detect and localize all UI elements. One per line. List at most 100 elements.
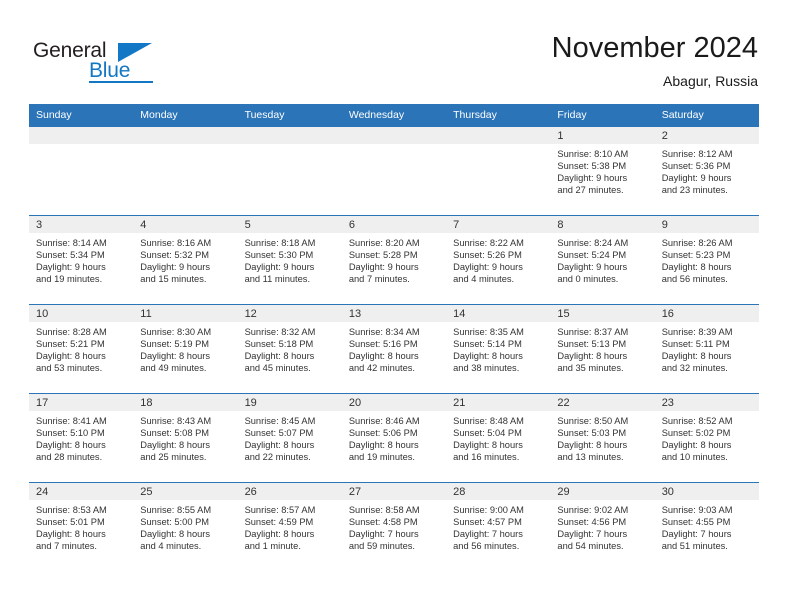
day-cell-inner	[341, 127, 447, 215]
sunset-time: Sunset: 5:13 PM	[557, 339, 627, 350]
calendar-day-cell[interactable]: 29 Sunrise: 9:02 AM Sunset: 4:56 PM Dayligh…	[550, 482, 655, 571]
calendar-day-cell-empty	[237, 126, 342, 216]
calendar-day-cell[interactable]: 5 Sunrise: 8:18 AM Sunset: 5:30 PM Daylight…	[237, 215, 342, 305]
day-cell-inner: 7 Sunrise: 8:22 AM Sunset: 5:26 PM Daylight…	[446, 216, 551, 304]
daylight-duration-line1: Daylight: 9 hours	[453, 262, 523, 273]
logo-text-blue: Blue	[89, 59, 131, 82]
daylight-duration-line2: and 59 minutes.	[348, 541, 415, 552]
day-cell-inner: 25 Sunrise: 8:55 AM Sunset: 5:00 PM Dayligh…	[133, 483, 238, 571]
calendar-day-cell[interactable]: 2 Sunrise: 8:12 AM Sunset: 5:36 PM Daylight…	[654, 126, 759, 216]
sunrise-time: Sunrise: 8:45 AM	[244, 416, 316, 426]
day-number: 6	[341, 216, 447, 233]
sunrise-time: Sunrise: 8:48 AM	[453, 416, 524, 426]
calendar-day-cell[interactable]: 27 Sunrise: 8:58 AM Sunset: 4:58 PM Dayligh…	[341, 482, 447, 571]
day-cell-inner: 11 Sunrise: 8:30 AM Sunset: 5:19 PM Dayligh…	[133, 305, 238, 393]
day-details: Sunrise: 8:35 AM Sunset: 5:14 PM Daylight:…	[446, 322, 550, 374]
calendar-day-cell[interactable]: 11 Sunrise: 8:30 AM Sunset: 5:19 PM Dayligh…	[133, 304, 238, 394]
day-number: 24	[29, 483, 134, 500]
day-number: 29	[550, 483, 655, 500]
calendar-day-cell[interactable]: 28 Sunrise: 9:00 AM Sunset: 4:57 PM Dayligh…	[446, 482, 551, 571]
sunrise-time: Sunrise: 8:52 AM	[661, 416, 733, 426]
sunrise-time: Sunrise: 8:22 AM	[453, 238, 524, 248]
calendar-day-cell[interactable]: 16 Sunrise: 8:39 AM Sunset: 5:11 PM Dayligh…	[654, 304, 759, 394]
sunset-time: Sunset: 5:30 PM	[244, 250, 314, 261]
sunset-time: Sunset: 5:07 PM	[244, 428, 314, 439]
calendar-day-cell[interactable]: 23 Sunrise: 8:52 AM Sunset: 5:02 PM Dayligh…	[654, 393, 759, 483]
day-details: Sunrise: 8:34 AM Sunset: 5:16 PM Daylight:…	[342, 322, 446, 374]
calendar-day-cell[interactable]: 24 Sunrise: 8:53 AM Sunset: 5:01 PM Dayligh…	[29, 482, 134, 571]
calendar-day-cell[interactable]: 10 Sunrise: 8:28 AM Sunset: 5:21 PM Dayligh…	[29, 304, 134, 394]
sunset-time: Sunset: 5:32 PM	[140, 250, 210, 261]
calendar-day-cell[interactable]: 14 Sunrise: 8:35 AM Sunset: 5:14 PM Dayligh…	[446, 304, 551, 394]
sunrise-time: Sunrise: 8:41 AM	[36, 416, 107, 426]
daylight-duration-line2: and 28 minutes.	[36, 452, 103, 463]
day-number: 11	[133, 305, 238, 322]
day-number	[341, 127, 447, 144]
daylight-duration-line1: Daylight: 8 hours	[36, 440, 106, 451]
sunrise-time: Sunrise: 8:57 AM	[244, 505, 316, 515]
daylight-duration-line1: Daylight: 9 hours	[140, 262, 211, 273]
day-number: 28	[446, 483, 551, 500]
daylight-duration-line2: and 56 minutes.	[453, 541, 520, 552]
sunrise-time: Sunrise: 8:53 AM	[36, 505, 107, 515]
general-blue-logo[interactable]: General Blue	[33, 39, 203, 87]
calendar-day-cell[interactable]: 18 Sunrise: 8:43 AM Sunset: 5:08 PM Dayligh…	[133, 393, 238, 483]
day-cell-inner: 10 Sunrise: 8:28 AM Sunset: 5:21 PM Dayligh…	[29, 305, 134, 393]
calendar-day-cell[interactable]: 26 Sunrise: 8:57 AM Sunset: 4:59 PM Dayligh…	[237, 482, 342, 571]
calendar-day-cell[interactable]: 22 Sunrise: 8:50 AM Sunset: 5:03 PM Dayligh…	[550, 393, 655, 483]
calendar-day-cell[interactable]: 9 Sunrise: 8:26 AM Sunset: 5:23 PM Daylight…	[654, 215, 759, 305]
calendar-body: 1 Sunrise: 8:10 AM Sunset: 5:38 PM Daylight…	[29, 126, 759, 571]
sunrise-time: Sunrise: 8:43 AM	[140, 416, 212, 426]
calendar-week-row: 17 Sunrise: 8:41 AM Sunset: 5:10 PM Dayligh…	[29, 393, 759, 483]
calendar-day-cell[interactable]: 30 Sunrise: 9:03 AM Sunset: 4:55 PM Dayligh…	[654, 482, 759, 571]
daylight-duration-line1: Daylight: 9 hours	[557, 262, 628, 273]
daylight-duration-line2: and 4 minutes.	[453, 274, 515, 285]
calendar-header-row: Sunday Monday Tuesday Wednesday Thursday…	[29, 104, 759, 127]
day-details: Sunrise: 8:30 AM Sunset: 5:19 PM Daylight:…	[133, 322, 237, 374]
calendar-day-cell[interactable]: 21 Sunrise: 8:48 AM Sunset: 5:04 PM Dayligh…	[446, 393, 551, 483]
sunset-time: Sunset: 5:04 PM	[453, 428, 522, 439]
calendar-day-cell[interactable]: 8 Sunrise: 8:24 AM Sunset: 5:24 PM Daylight…	[550, 215, 655, 305]
daylight-duration-line1: Daylight: 8 hours	[661, 262, 732, 273]
sunset-time: Sunset: 4:59 PM	[244, 517, 314, 528]
sunset-time: Sunset: 5:28 PM	[348, 250, 418, 261]
sunrise-time: Sunrise: 8:10 AM	[557, 149, 629, 159]
day-details: Sunrise: 9:03 AM Sunset: 4:55 PM Daylight:…	[655, 500, 759, 552]
daylight-duration-line1: Daylight: 8 hours	[661, 351, 732, 362]
day-number: 13	[341, 305, 447, 322]
daylight-duration-line2: and 13 minutes.	[557, 452, 624, 463]
calendar-day-cell[interactable]: 25 Sunrise: 8:55 AM Sunset: 5:00 PM Dayligh…	[133, 482, 238, 571]
calendar-day-cell[interactable]: 13 Sunrise: 8:34 AM Sunset: 5:16 PM Dayligh…	[341, 304, 447, 394]
daylight-duration-line1: Daylight: 9 hours	[557, 173, 628, 184]
calendar-day-cell[interactable]: 12 Sunrise: 8:32 AM Sunset: 5:18 PM Dayligh…	[237, 304, 342, 394]
day-details: Sunrise: 8:52 AM Sunset: 5:02 PM Daylight:…	[655, 411, 759, 463]
sunset-time: Sunset: 4:55 PM	[661, 517, 731, 528]
sunset-time: Sunset: 5:00 PM	[140, 517, 210, 528]
sunrise-time: Sunrise: 9:03 AM	[661, 505, 733, 515]
daylight-duration-line2: and 56 minutes.	[661, 274, 728, 285]
calendar-day-cell[interactable]: 20 Sunrise: 8:46 AM Sunset: 5:06 PM Dayligh…	[341, 393, 447, 483]
daylight-duration-line2: and 23 minutes.	[661, 185, 728, 196]
calendar-day-cell[interactable]: 3 Sunrise: 8:14 AM Sunset: 5:34 PM Daylight…	[29, 215, 134, 305]
sunset-time: Sunset: 5:21 PM	[36, 339, 105, 350]
sunrise-time: Sunrise: 8:28 AM	[36, 327, 107, 337]
day-cell-inner: 13 Sunrise: 8:34 AM Sunset: 5:16 PM Dayligh…	[341, 305, 447, 393]
daylight-duration-line2: and 25 minutes.	[140, 452, 207, 463]
calendar-day-cell[interactable]: 7 Sunrise: 8:22 AM Sunset: 5:26 PM Daylight…	[446, 215, 551, 305]
calendar-day-cell-empty	[29, 126, 134, 216]
calendar-day-cell[interactable]: 19 Sunrise: 8:45 AM Sunset: 5:07 PM Dayligh…	[237, 393, 342, 483]
daylight-duration-line2: and 19 minutes.	[348, 452, 415, 463]
calendar-day-cell[interactable]: 15 Sunrise: 8:37 AM Sunset: 5:13 PM Dayligh…	[550, 304, 655, 394]
page-title: November 2024	[551, 32, 758, 64]
sunset-time: Sunset: 5:06 PM	[348, 428, 418, 439]
calendar-day-cell[interactable]: 1 Sunrise: 8:10 AM Sunset: 5:38 PM Daylight…	[550, 126, 655, 216]
calendar-day-cell[interactable]: 4 Sunrise: 8:16 AM Sunset: 5:32 PM Daylight…	[133, 215, 238, 305]
calendar-day-cell[interactable]: 6 Sunrise: 8:20 AM Sunset: 5:28 PM Daylight…	[341, 215, 447, 305]
day-details: Sunrise: 8:53 AM Sunset: 5:01 PM Daylight:…	[29, 500, 133, 552]
sunrise-time: Sunrise: 8:32 AM	[244, 327, 316, 337]
daylight-duration-line1: Daylight: 8 hours	[661, 440, 732, 451]
calendar-day-cell[interactable]: 17 Sunrise: 8:41 AM Sunset: 5:10 PM Dayligh…	[29, 393, 134, 483]
sunrise-time: Sunrise: 8:12 AM	[661, 149, 733, 159]
day-cell-inner: 26 Sunrise: 8:57 AM Sunset: 4:59 PM Dayligh…	[237, 483, 342, 571]
day-cell-inner: 29 Sunrise: 9:02 AM Sunset: 4:56 PM Dayligh…	[550, 483, 655, 571]
